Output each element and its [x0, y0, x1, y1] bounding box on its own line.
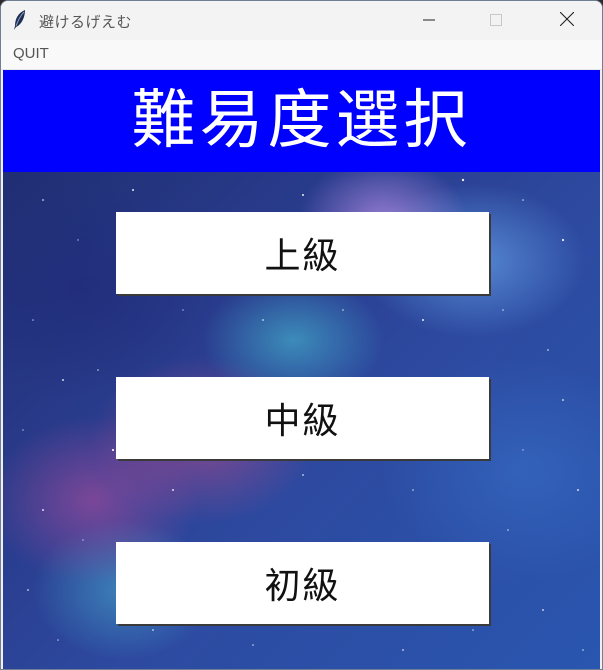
difficulty-button-advanced[interactable]: 上級 — [116, 212, 489, 294]
menu-bar: QUIT — [1, 40, 602, 70]
screen-title: 難易度選択 — [131, 84, 472, 158]
difficulty-button-intermediate[interactable]: 中級 — [116, 377, 489, 459]
close-icon — [559, 11, 575, 30]
maximize-button[interactable] — [461, 1, 531, 40]
app-window: 避けるげえむ QUIT 難易度選択 上級 中級 初級 — [0, 0, 603, 670]
feather-icon — [12, 9, 28, 31]
game-canvas: 難易度選択 上級 中級 初級 — [3, 70, 600, 669]
minimize-button[interactable] — [394, 1, 464, 40]
close-button[interactable] — [532, 1, 602, 40]
title-banner: 難易度選択 — [3, 70, 600, 172]
minimize-icon — [423, 11, 435, 30]
title-bar[interactable]: 避けるげえむ — [1, 1, 602, 40]
menu-item-quit[interactable]: QUIT — [13, 45, 49, 62]
maximize-icon — [490, 11, 502, 30]
window-title: 避けるげえむ — [39, 13, 133, 31]
difficulty-button-beginner[interactable]: 初級 — [116, 542, 489, 624]
